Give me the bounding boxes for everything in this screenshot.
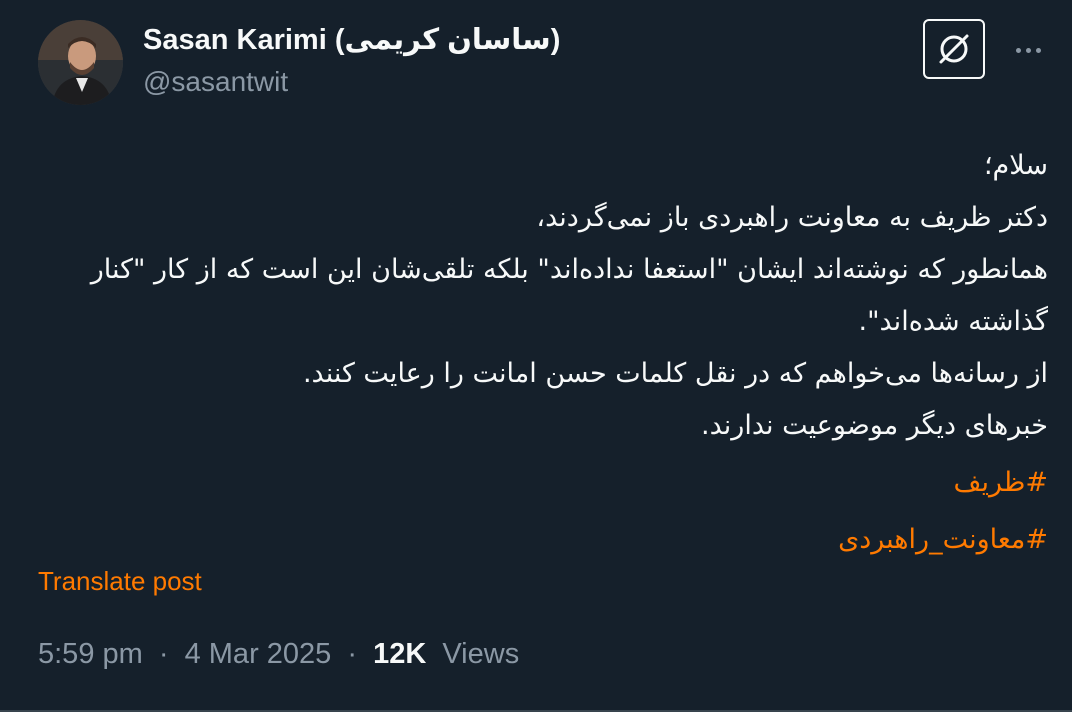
more-options-icon	[1015, 47, 1041, 53]
post-date[interactable]: 4 Mar 2025	[185, 638, 332, 671]
author-display-name[interactable]: Sasan Karimi (ساسان کریمی)	[143, 22, 560, 57]
meta-separator: ·	[158, 638, 169, 670]
post-line: سلام؛	[983, 150, 1048, 181]
translate-post-link[interactable]: Translate post	[38, 566, 202, 597]
post-line: خبرهای دیگر موضوعیت ندارند.	[701, 410, 1048, 441]
more-options-button[interactable]	[1008, 35, 1048, 65]
tweet-container: Sasan Karimi (ساسان کریمی) @sasantwit سل…	[0, 0, 1072, 712]
dot	[1025, 47, 1031, 53]
post-meta: 5:59 pm · 4 Mar 2025 · 12K Views	[38, 638, 519, 671]
post-body: سلام؛ دکتر ظریف به معاونت راهبردی باز نم…	[58, 140, 1048, 566]
profile-photo-icon	[38, 20, 123, 105]
meta-separator: ·	[347, 638, 358, 670]
views-label: Views	[442, 638, 520, 670]
post-line: دکتر ظریف به معاونت راهبردی باز نمی‌گردن…	[536, 202, 1048, 233]
grok-icon	[939, 34, 969, 64]
post-time[interactable]: 5:59 pm	[38, 638, 143, 671]
author-handle[interactable]: @sasantwit	[143, 66, 288, 98]
dot	[1015, 47, 1021, 53]
post-line: از رسانه‌ها می‌خواهم که در نقل کلمات حسن…	[302, 358, 1048, 389]
views-count: 12K	[373, 638, 427, 670]
grok-button[interactable]	[923, 19, 985, 79]
hashtag-link[interactable]: #ظریف	[58, 457, 1048, 509]
dot	[1035, 47, 1041, 53]
post-line: همانطور که نوشته‌اند ایشان "استعفا نداده…	[90, 254, 1048, 337]
hashtag-link[interactable]: #معاونت_راهبردی	[58, 514, 1048, 566]
avatar[interactable]	[38, 20, 123, 105]
